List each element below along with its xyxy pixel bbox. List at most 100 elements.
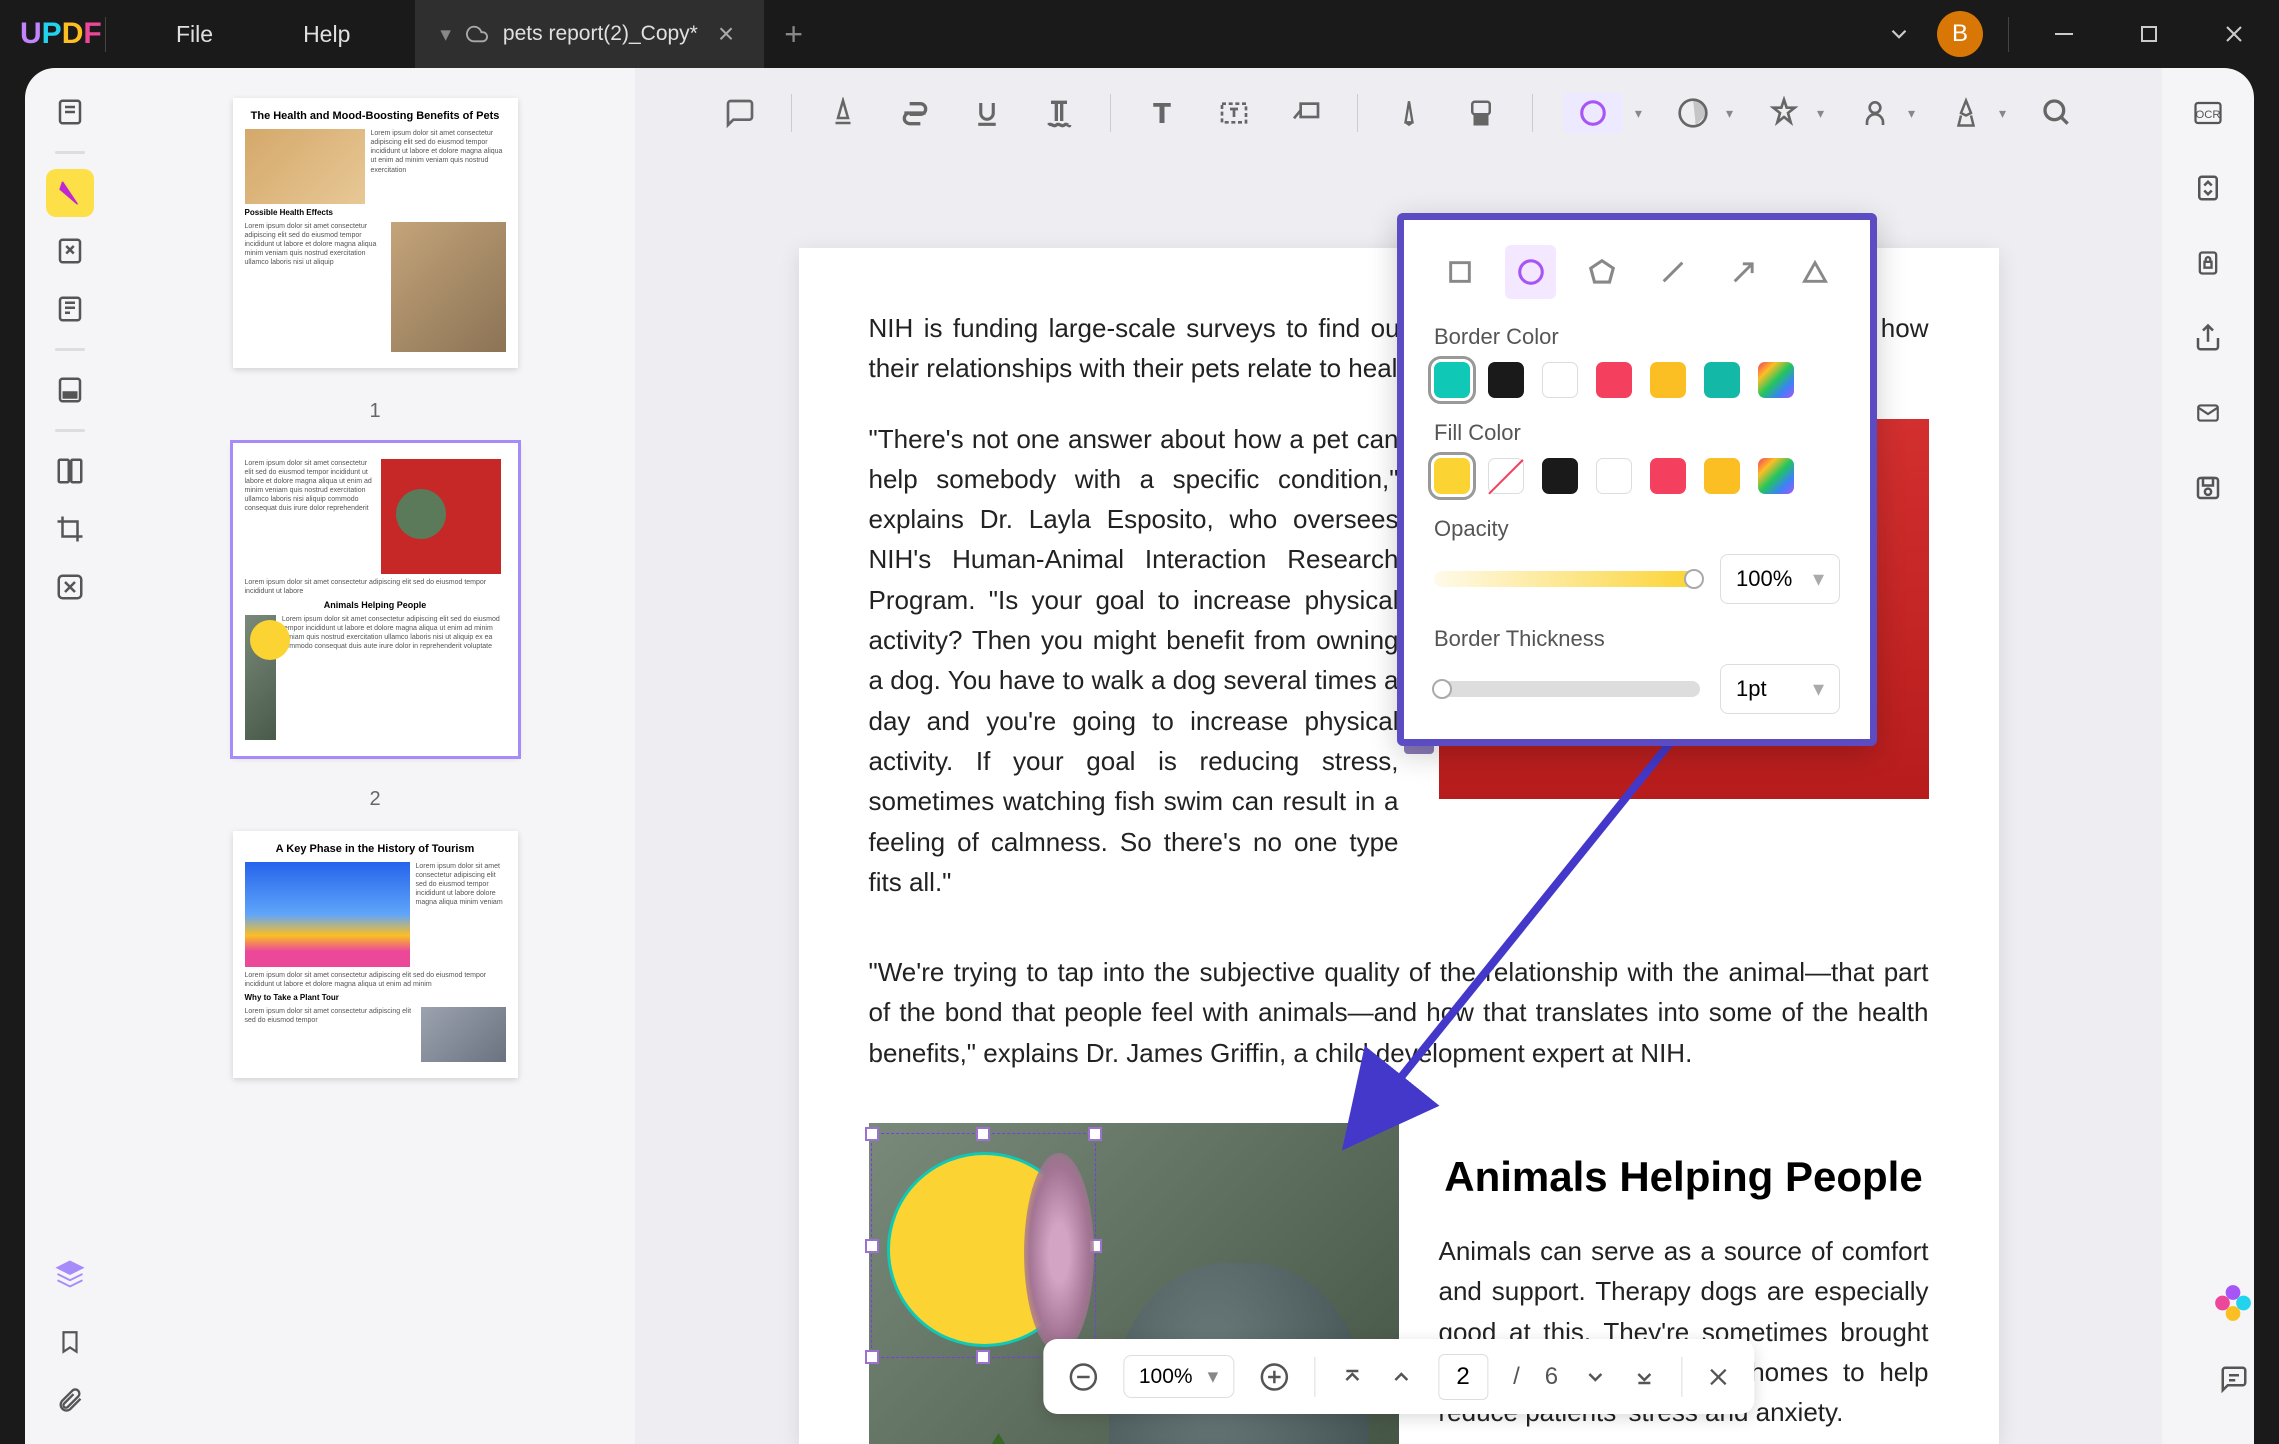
thickness-label: Border Thickness xyxy=(1434,626,1840,652)
first-page-button[interactable] xyxy=(1340,1365,1364,1389)
pager-close-button[interactable] xyxy=(1707,1366,1729,1388)
thickness-slider[interactable] xyxy=(1434,681,1700,697)
arrow-shape-button[interactable] xyxy=(1718,245,1769,299)
zoom-select[interactable]: 100%▾ xyxy=(1123,1355,1234,1398)
attachment-button[interactable] xyxy=(46,1376,94,1424)
callout-tool[interactable] xyxy=(1285,92,1327,134)
polygon-shape-button[interactable] xyxy=(1576,245,1627,299)
shape-tool[interactable] xyxy=(1563,92,1623,134)
fill-color-black[interactable] xyxy=(1542,458,1578,494)
highlight-tool[interactable] xyxy=(822,92,864,134)
text-tool[interactable] xyxy=(1141,92,1183,134)
close-window-button[interactable] xyxy=(2204,9,2264,59)
page-number-input[interactable] xyxy=(1438,1354,1488,1400)
signature-dropdown-icon[interactable]: ▾ xyxy=(1908,105,1915,122)
svg-text:OCR: OCR xyxy=(2196,109,2221,121)
tools-tool[interactable] xyxy=(46,563,94,611)
convert-button[interactable] xyxy=(2188,168,2228,208)
layers-button[interactable] xyxy=(46,1250,94,1298)
note-tool[interactable] xyxy=(719,92,761,134)
border-color-teal2[interactable] xyxy=(1704,362,1740,398)
zoom-in-button[interactable] xyxy=(1259,1362,1289,1392)
comment-tool[interactable] xyxy=(46,169,94,217)
paragraph: "We're trying to tap into the subjective… xyxy=(869,952,1929,1073)
thumbnail-page-2[interactable]: Lorem ipsum dolor sit amet consectetur e… xyxy=(233,443,518,756)
crop-tool[interactable] xyxy=(46,505,94,553)
fill-color-label: Fill Color xyxy=(1434,420,1840,446)
thickness-value[interactable]: 1pt▾ xyxy=(1720,664,1840,714)
pen-tool[interactable] xyxy=(1945,92,1987,134)
edit-tool[interactable] xyxy=(46,227,94,275)
ocr-button[interactable]: OCR xyxy=(2188,93,2228,133)
line-shape-button[interactable] xyxy=(1647,245,1698,299)
next-page-button[interactable] xyxy=(1583,1365,1607,1389)
user-avatar[interactable]: B xyxy=(1937,11,1983,57)
document-tab[interactable]: ▾ pets report(2)_Copy* × xyxy=(415,0,764,68)
page-separator: / xyxy=(1513,1363,1520,1391)
app-logo: UPDF xyxy=(0,17,80,51)
page-total: 6 xyxy=(1545,1363,1558,1391)
comment-panel-button[interactable] xyxy=(2214,1359,2254,1399)
oval-shape-button[interactable] xyxy=(1505,245,1556,299)
fill-color-custom[interactable] xyxy=(1758,458,1794,494)
prev-page-button[interactable] xyxy=(1389,1365,1413,1389)
pen-dropdown-icon[interactable]: ▾ xyxy=(1999,105,2006,122)
fill-color-red[interactable] xyxy=(1650,458,1686,494)
border-color-teal[interactable] xyxy=(1434,362,1470,398)
eraser-tool[interactable] xyxy=(1460,92,1502,134)
fill-color-yellow2[interactable] xyxy=(1704,458,1740,494)
fill-color-yellow[interactable] xyxy=(1434,458,1470,494)
stamp-dropdown-icon[interactable]: ▾ xyxy=(1817,105,1824,122)
shape-dropdown-icon[interactable]: ▾ xyxy=(1635,105,1642,122)
content-area: ▾ ▾ ▾ ▾ ▾ NIH is funding large-scale sur… xyxy=(635,68,2162,1444)
protect-button[interactable] xyxy=(2188,243,2228,283)
sticker-tool[interactable] xyxy=(1672,92,1714,134)
thumbnail-number-2: 2 xyxy=(369,788,380,811)
opacity-slider[interactable] xyxy=(1434,571,1700,587)
page-navigator: 100%▾ / 6 xyxy=(1043,1339,1754,1414)
border-color-white[interactable] xyxy=(1542,362,1578,398)
reader-tool[interactable] xyxy=(46,88,94,136)
maximize-button[interactable] xyxy=(2119,9,2179,59)
rectangle-shape-button[interactable] xyxy=(1434,245,1485,299)
organize-tool[interactable] xyxy=(46,447,94,495)
new-tab-button[interactable]: + xyxy=(764,16,823,53)
tab-dropdown-icon[interactable]: ▾ xyxy=(440,22,451,47)
sticker-dropdown-icon[interactable]: ▾ xyxy=(1726,105,1733,122)
tab-close-icon[interactable]: × xyxy=(713,18,739,50)
opacity-value[interactable]: 100%▾ xyxy=(1720,554,1840,604)
signature-tool[interactable] xyxy=(1854,92,1896,134)
border-color-yellow[interactable] xyxy=(1650,362,1686,398)
redact-tool[interactable] xyxy=(46,366,94,414)
menu-file[interactable]: File xyxy=(131,21,258,48)
window-chevron-icon[interactable] xyxy=(1886,21,1912,47)
bookmark-button[interactable] xyxy=(46,1318,94,1366)
thumbnail-page-3[interactable]: A Key Phase in the History of Tourism Lo… xyxy=(233,831,518,1078)
thumbnail-page-1[interactable]: The Health and Mood-Boosting Benefits of… xyxy=(233,98,518,368)
pencil-tool[interactable] xyxy=(1388,92,1430,134)
minimize-button[interactable] xyxy=(2034,9,2094,59)
underline-tool[interactable] xyxy=(966,92,1008,134)
zoom-out-button[interactable] xyxy=(1068,1362,1098,1392)
ai-assistant-icon[interactable] xyxy=(2212,1282,2254,1324)
strikethrough-tool[interactable] xyxy=(894,92,936,134)
fill-color-white[interactable] xyxy=(1596,458,1632,494)
paragraph: "There's not one answer about how a pet … xyxy=(869,419,1399,903)
page-tool[interactable] xyxy=(46,285,94,333)
save-button[interactable] xyxy=(2188,468,2228,508)
tab-title: pets report(2)_Copy* xyxy=(503,22,698,46)
share-button[interactable] xyxy=(2188,318,2228,358)
shape-properties-panel: Border Color Fill Color Opacity xyxy=(1397,213,1877,746)
border-color-red[interactable] xyxy=(1596,362,1632,398)
squiggly-tool[interactable] xyxy=(1038,92,1080,134)
border-color-black[interactable] xyxy=(1488,362,1524,398)
email-button[interactable] xyxy=(2188,393,2228,433)
menu-help[interactable]: Help xyxy=(258,21,395,48)
search-tool[interactable] xyxy=(2036,92,2078,134)
fill-color-none[interactable] xyxy=(1488,458,1524,494)
last-page-button[interactable] xyxy=(1632,1365,1656,1389)
textbox-tool[interactable] xyxy=(1213,92,1255,134)
triangle-shape-button[interactable] xyxy=(1789,245,1840,299)
stamp-tool[interactable] xyxy=(1763,92,1805,134)
border-color-custom[interactable] xyxy=(1758,362,1794,398)
